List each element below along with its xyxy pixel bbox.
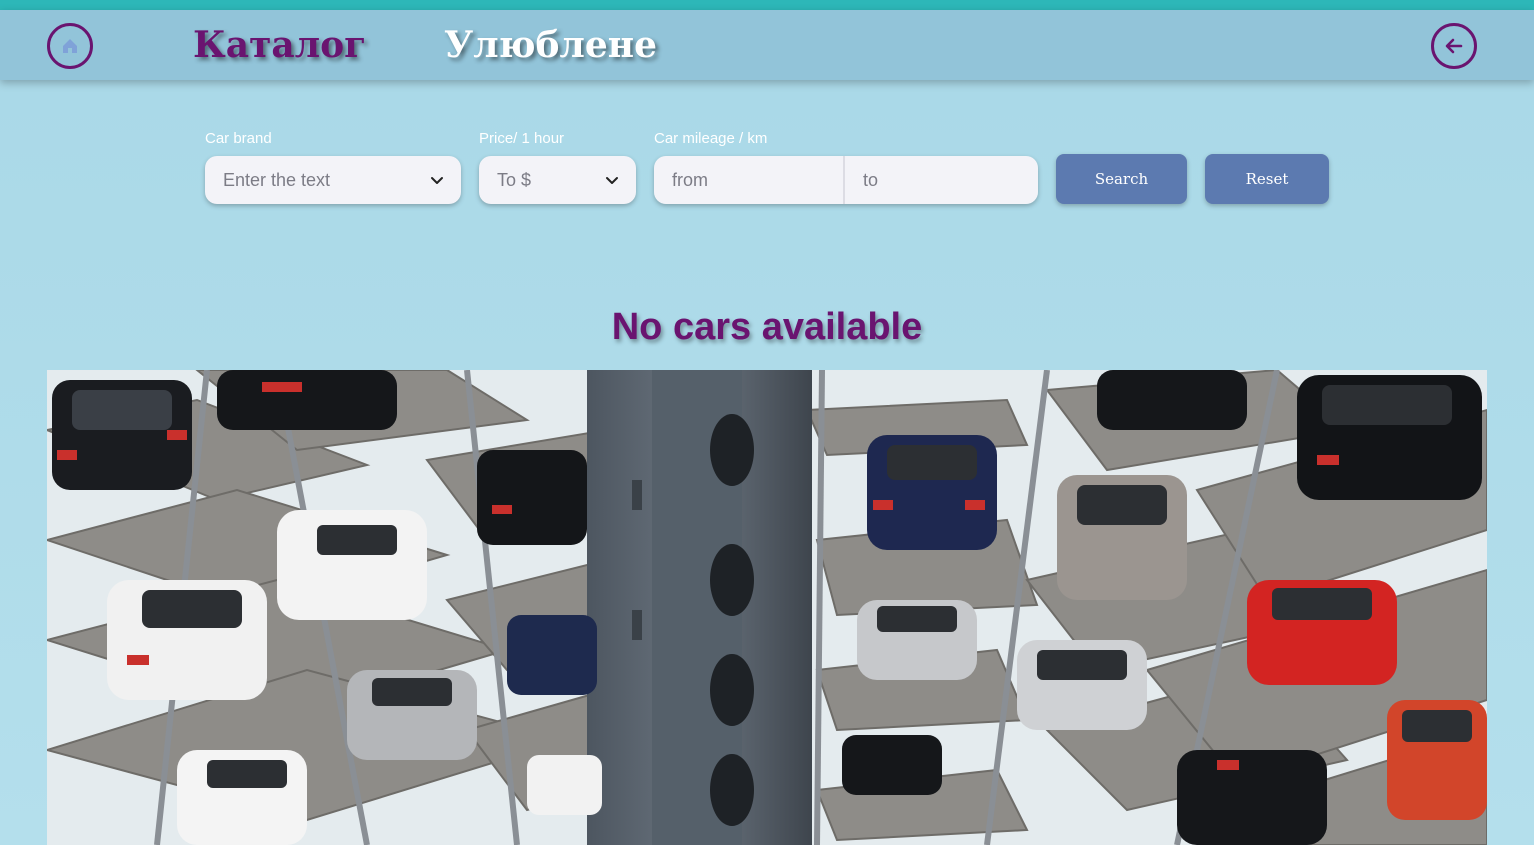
price-label: Price/ 1 hour — [479, 130, 565, 147]
home-button[interactable] — [47, 23, 93, 69]
chevron-down-icon — [606, 177, 618, 184]
home-icon — [63, 39, 77, 53]
price-select[interactable]: To $ — [479, 156, 636, 204]
nav-favorites-link[interactable]: Улюблене — [444, 22, 657, 68]
chevron-down-icon — [431, 177, 443, 184]
mileage-label: Car mileage / km — [654, 130, 768, 147]
back-button[interactable] — [1431, 23, 1477, 69]
mileage-range — [654, 156, 1038, 204]
parking-tower-illustration — [47, 370, 1487, 845]
no-cars-message: No cars available — [611, 306, 923, 348]
top-accent-line — [0, 0, 1534, 10]
price-placeholder: To $ — [497, 169, 532, 190]
car-brand-label: Car brand — [205, 130, 272, 147]
hero-image — [47, 370, 1487, 845]
car-brand-placeholder: Enter the text — [223, 169, 331, 190]
arrow-left-icon — [1445, 38, 1463, 54]
search-button[interactable]: Search — [1056, 154, 1187, 204]
nav-catalog-link[interactable]: Каталог — [193, 22, 366, 68]
mileage-from-input[interactable] — [654, 156, 845, 204]
mileage-to-input[interactable] — [845, 156, 1038, 204]
app-header: Каталог Улюблене — [0, 10, 1534, 80]
reset-button[interactable]: Reset — [1205, 154, 1329, 204]
car-brand-select[interactable]: Enter the text — [205, 156, 461, 204]
